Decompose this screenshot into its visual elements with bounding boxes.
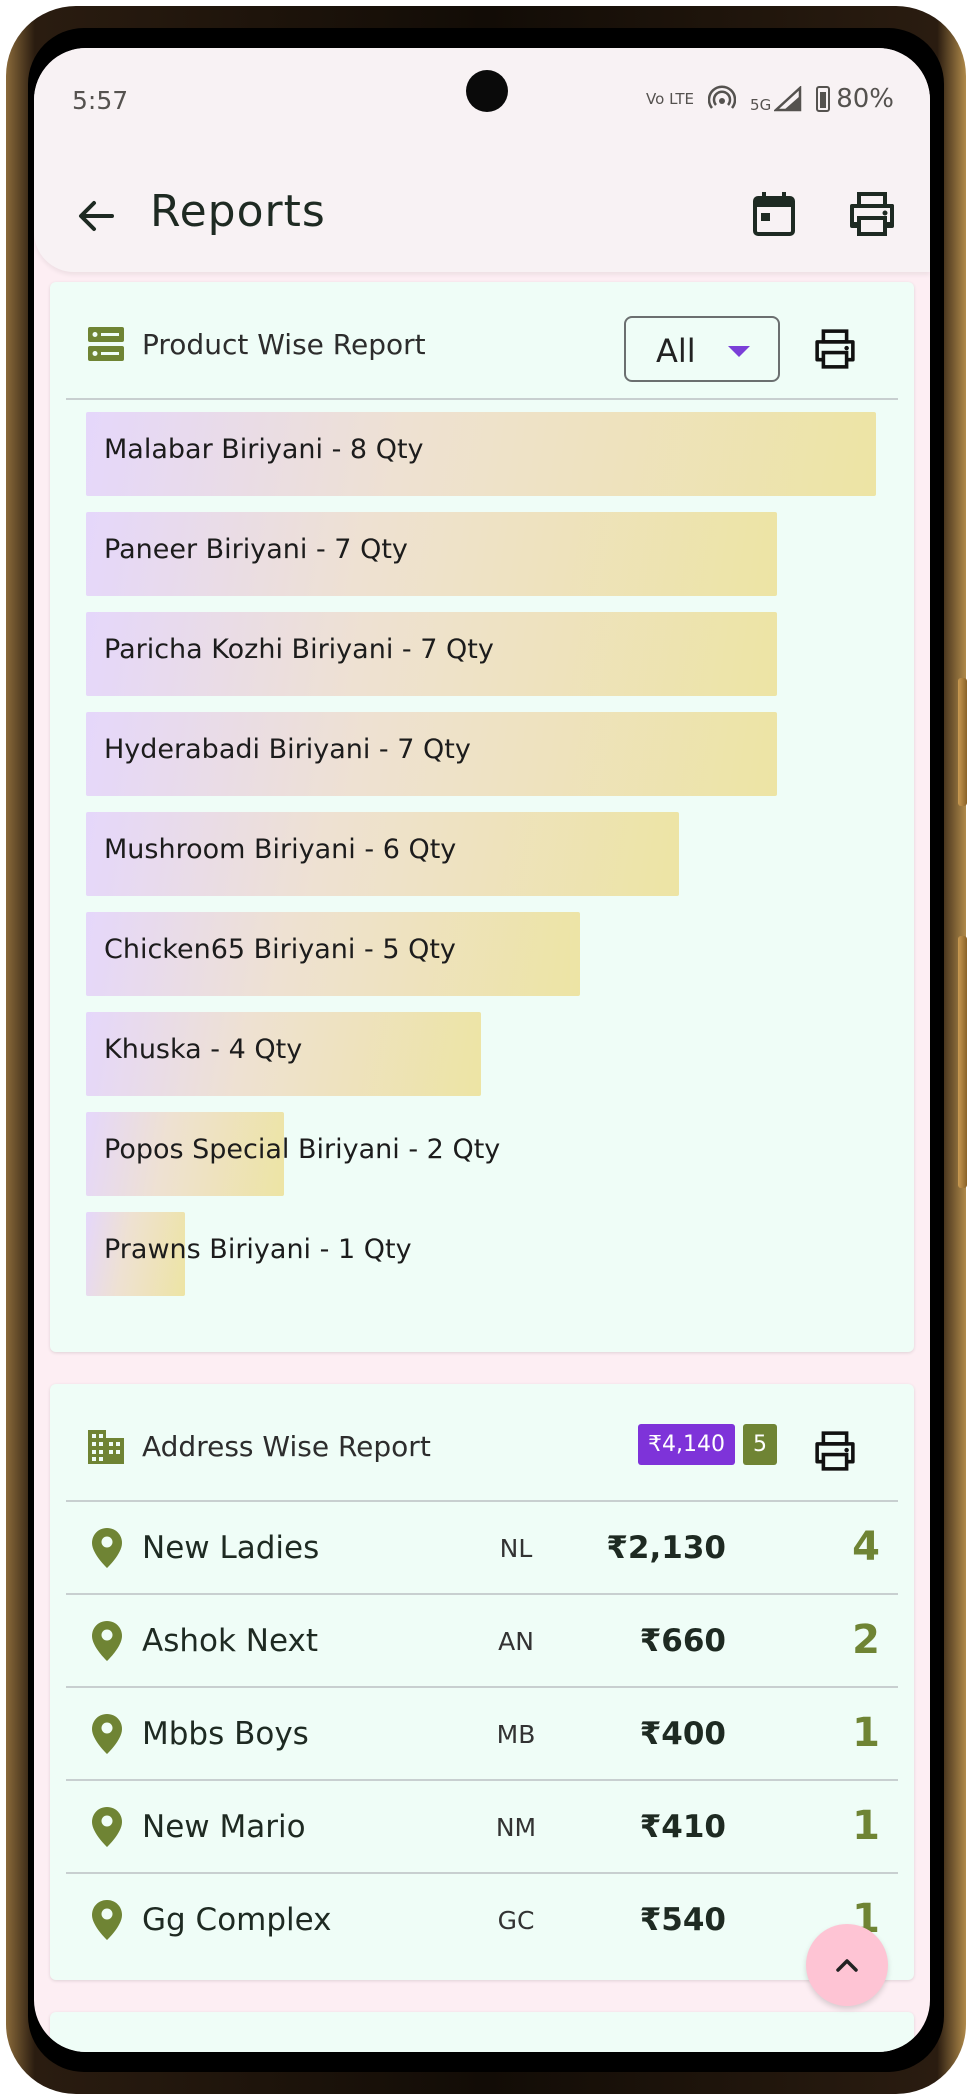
- total-amount-badge: ₹4,140: [638, 1424, 735, 1465]
- page-title: Reports: [150, 186, 326, 237]
- product-bar-row[interactable]: Chicken65 Biriyani - 5 Qty: [86, 912, 876, 1012]
- address-count: 4: [852, 1524, 880, 1570]
- address-summary-badges: ₹4,140 5: [638, 1424, 777, 1465]
- signal-bars-icon: [774, 86, 802, 112]
- map-pin-icon: [92, 1807, 122, 1847]
- divider: [66, 398, 898, 400]
- address-code: NM: [495, 1813, 537, 1842]
- address-list: New Ladies NL ₹2,130 4 Ashok Next AN ₹66…: [66, 1500, 898, 1965]
- product-bar-label: Prawns Biriyani - 1 Qty: [104, 1234, 412, 1265]
- storage-icon: [88, 327, 124, 361]
- building-icon: [88, 1430, 124, 1464]
- address-name: New Mario: [142, 1809, 306, 1845]
- address-report-card: Address Wise Report ₹4,140 5 New Ladies …: [50, 1384, 914, 1980]
- address-amount: ₹660: [639, 1623, 726, 1659]
- address-name: New Ladies: [142, 1530, 320, 1566]
- product-filter-value: All: [656, 332, 696, 370]
- printer-icon[interactable]: [844, 186, 900, 242]
- address-row[interactable]: New Mario NM ₹410 1: [66, 1779, 898, 1872]
- product-bar-row[interactable]: Popos Special Biriyani - 2 Qty: [86, 1112, 876, 1212]
- product-bar-label: Mushroom Biriyani - 6 Qty: [104, 834, 457, 865]
- caret-down-icon: [728, 346, 750, 357]
- network-type-label: 5G: [750, 96, 772, 114]
- app-bar: Reports: [34, 158, 930, 272]
- address-name: Mbbs Boys: [142, 1716, 309, 1752]
- product-bar-label: Chicken65 Biriyani - 5 Qty: [104, 934, 456, 965]
- address-code: GC: [497, 1906, 535, 1935]
- product-bar-label: Khuska - 4 Qty: [104, 1034, 303, 1065]
- address-amount: ₹410: [639, 1809, 726, 1845]
- battery-icon: [816, 86, 831, 112]
- product-report-header: Product Wise Report All: [50, 282, 914, 400]
- address-report-header: Address Wise Report ₹4,140 5: [50, 1384, 914, 1502]
- address-row[interactable]: Gg Complex GC ₹540 1: [66, 1872, 898, 1965]
- arrow-left-icon[interactable]: [70, 190, 122, 242]
- address-count: 2: [852, 1617, 880, 1663]
- address-code: MB: [496, 1720, 536, 1749]
- address-name: Gg Complex: [142, 1902, 332, 1938]
- product-filter-dropdown[interactable]: All: [624, 316, 780, 382]
- status-time: 5:57: [72, 86, 129, 115]
- volte-icon: Vo LTE: [646, 90, 695, 108]
- product-bar-label: Paneer Biriyani - 7 Qty: [104, 534, 408, 565]
- calendar-icon[interactable]: [746, 186, 802, 242]
- address-count: 1: [852, 1710, 880, 1756]
- map-pin-icon: [92, 1714, 122, 1754]
- front-camera: [466, 70, 508, 112]
- printer-icon[interactable]: [810, 1426, 860, 1476]
- power-button: [958, 936, 967, 1188]
- product-report-title: Product Wise Report: [142, 328, 426, 361]
- product-bar-row[interactable]: Khuska - 4 Qty: [86, 1012, 876, 1112]
- screen: 5:57 Vo LTE 5G 80% Reports Product Wise …: [34, 48, 930, 2052]
- product-bar-row[interactable]: Paricha Kozhi Biriyani - 7 Qty: [86, 612, 876, 712]
- address-name: Ashok Next: [142, 1623, 318, 1659]
- address-row[interactable]: New Ladies NL ₹2,130 4: [66, 1500, 898, 1593]
- address-row[interactable]: Ashok Next AN ₹660 2: [66, 1593, 898, 1686]
- status-bar: 5:57 Vo LTE 5G 80%: [34, 48, 930, 158]
- status-icons: Vo LTE 5G 80%: [646, 84, 894, 114]
- battery-percent: 80%: [836, 84, 894, 114]
- address-amount: ₹2,130: [606, 1530, 726, 1566]
- printer-icon[interactable]: [810, 324, 860, 374]
- map-pin-icon: [92, 1528, 122, 1568]
- product-bar-row[interactable]: Prawns Biriyani - 1 Qty: [86, 1212, 876, 1312]
- next-report-card: [50, 2012, 914, 2052]
- product-bar-list: Malabar Biriyani - 8 Qty Paneer Biriyani …: [86, 412, 876, 1312]
- signal-icon: 5G: [750, 86, 802, 114]
- address-count: 1: [852, 1803, 880, 1849]
- battery-indicator: 80%: [816, 84, 894, 114]
- address-code: AN: [498, 1627, 534, 1656]
- product-bar-label: Malabar Biriyani - 8 Qty: [104, 434, 424, 465]
- address-report-title: Address Wise Report: [142, 1430, 431, 1463]
- hotspot-icon: [708, 85, 737, 109]
- chevron-up-icon: [836, 1959, 858, 1972]
- product-bar-row[interactable]: Mushroom Biriyani - 6 Qty: [86, 812, 876, 912]
- map-pin-icon: [92, 1900, 122, 1940]
- product-bar-label: Hyderabadi Biriyani - 7 Qty: [104, 734, 471, 765]
- product-bar-label: Paricha Kozhi Biriyani - 7 Qty: [104, 634, 494, 665]
- scroll-top-button[interactable]: [806, 1924, 888, 2006]
- address-amount: ₹540: [639, 1902, 726, 1938]
- map-pin-icon: [92, 1621, 122, 1661]
- product-bar-label: Popos Special Biriyani - 2 Qty: [104, 1134, 501, 1165]
- volume-button: [958, 678, 967, 806]
- product-report-card: Product Wise Report All Malabar Biriyani…: [50, 282, 914, 1352]
- product-bar-row[interactable]: Paneer Biriyani - 7 Qty: [86, 512, 876, 612]
- total-count-badge: 5: [742, 1424, 777, 1465]
- address-amount: ₹400: [639, 1716, 726, 1752]
- address-row[interactable]: Mbbs Boys MB ₹400 1: [66, 1686, 898, 1779]
- product-bar-row[interactable]: Hyderabadi Biriyani - 7 Qty: [86, 712, 876, 812]
- address-code: NL: [499, 1534, 533, 1563]
- product-bar-row[interactable]: Malabar Biriyani - 8 Qty: [86, 412, 876, 512]
